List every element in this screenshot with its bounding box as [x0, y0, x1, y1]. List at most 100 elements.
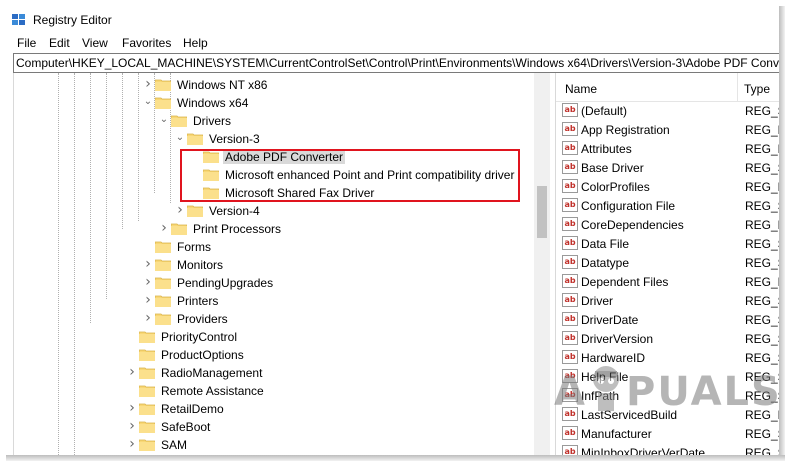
- tree-node[interactable]: › Providers: [14, 310, 534, 328]
- tree-node-label[interactable]: Remote Assistance: [161, 384, 264, 398]
- registry-key-tree[interactable]: › Windows NT x86 ⌄ Windows x64 ⌄ Drivers ⌄ Vers…: [13, 73, 551, 455]
- value-row[interactable]: abAttributes REG_DWORD: [556, 139, 779, 158]
- expand-chevron-right-icon[interactable]: ›: [127, 365, 137, 379]
- menu-file[interactable]: File: [17, 36, 36, 50]
- value-row[interactable]: ab(Default) REG_SZ: [556, 101, 779, 120]
- expand-chevron-right-icon[interactable]: ›: [159, 221, 169, 235]
- string-value-icon: ab: [562, 274, 578, 288]
- folder-icon: [170, 222, 188, 236]
- value-row[interactable]: abData File REG_SZ: [556, 234, 779, 253]
- column-header-type[interactable]: Type: [744, 82, 770, 96]
- value-type: REG_MULTI_SZ: [745, 218, 779, 232]
- tree-node[interactable]: › SafeBoot: [14, 418, 534, 436]
- menu-view[interactable]: View: [82, 36, 108, 50]
- value-name: Datatype: [581, 256, 630, 270]
- tree-node[interactable]: Forms: [14, 238, 534, 256]
- tree-node[interactable]: › PendingUpgrades: [14, 274, 534, 292]
- title-bar[interactable]: Registry Editor: [0, 0, 779, 32]
- tree-node-label[interactable]: PriorityControl: [161, 330, 237, 344]
- tree-node[interactable]: PriorityControl: [14, 328, 534, 346]
- string-value-icon: ab: [562, 426, 578, 440]
- string-value-icon: ab: [562, 198, 578, 212]
- menu-favorites[interactable]: Favorites: [122, 36, 171, 50]
- column-divider[interactable]: [737, 73, 738, 101]
- tree-node[interactable]: › Windows NT x86: [14, 76, 534, 94]
- value-row[interactable]: abDriver REG_SZ: [556, 291, 779, 310]
- value-name: Manufacturer: [581, 427, 652, 441]
- value-row[interactable]: abDriverVersion REG_SZ: [556, 329, 779, 348]
- watermark-mascot-icon: [593, 366, 619, 411]
- expand-chevron-right-icon[interactable]: ›: [143, 293, 153, 307]
- string-value-icon: ab: [562, 236, 578, 250]
- expand-chevron-down-icon[interactable]: ⌄: [175, 132, 185, 144]
- folder-icon: [138, 366, 156, 380]
- tree-node-label[interactable]: RetailDemo: [161, 402, 224, 416]
- tree-node-label[interactable]: ProductOptions: [161, 348, 244, 362]
- tree-node[interactable]: › Version-4: [14, 202, 534, 220]
- address-path[interactable]: Computer\HKEY_LOCAL_MACHINE\SYSTEM\Curre…: [16, 56, 779, 70]
- tree-node-label[interactable]: Forms: [177, 240, 211, 254]
- value-row[interactable]: abCoreDependencies REG_MULTI_SZ: [556, 215, 779, 234]
- value-row[interactable]: abMinInboxDriverVerDate REG_SZ: [556, 443, 779, 455]
- tree-node[interactable]: Remote Assistance: [14, 382, 534, 400]
- menu-help[interactable]: Help: [183, 36, 208, 50]
- tree-node-label[interactable]: Printers: [177, 294, 218, 308]
- expand-chevron-right-icon[interactable]: ›: [143, 311, 153, 325]
- tree-node-label[interactable]: Version-3: [209, 132, 260, 146]
- tree-node[interactable]: ProductOptions: [14, 346, 534, 364]
- string-value-icon: ab: [562, 160, 578, 174]
- value-name: MinInboxDriverVerDate: [581, 446, 706, 455]
- folder-icon: [186, 132, 204, 146]
- folder-icon: [154, 276, 172, 290]
- expand-chevron-down-icon[interactable]: ⌄: [143, 96, 153, 108]
- tree-scrollbar-thumb[interactable]: [537, 186, 547, 238]
- value-row[interactable]: abApp Registration REG_MULTI_SZ: [556, 120, 779, 139]
- folder-icon: [138, 420, 156, 434]
- tree-node[interactable]: › Monitors: [14, 256, 534, 274]
- tree-node-label[interactable]: SafeBoot: [161, 420, 210, 434]
- expand-chevron-right-icon[interactable]: ›: [127, 401, 137, 415]
- address-bar[interactable]: Computer\HKEY_LOCAL_MACHINE\SYSTEM\Curre…: [13, 53, 779, 73]
- tree-node-label[interactable]: Windows NT x86: [177, 78, 267, 92]
- tree-node-label[interactable]: PendingUpgrades: [177, 276, 273, 290]
- value-row[interactable]: abDependent Files REG_MULTI_SZ: [556, 272, 779, 291]
- tree-node-label[interactable]: SAM: [161, 438, 187, 452]
- value-row[interactable]: abBase Driver REG_SZ: [556, 158, 779, 177]
- string-value-icon: ab: [562, 312, 578, 326]
- tree-node[interactable]: ⌄ Windows x64: [14, 94, 534, 112]
- tree-node[interactable]: › Printers: [14, 292, 534, 310]
- tree-node[interactable]: ⌄ Drivers: [14, 112, 534, 130]
- menu-edit[interactable]: Edit: [49, 36, 70, 50]
- tree-node-label[interactable]: Providers: [177, 312, 228, 326]
- value-row[interactable]: abManufacturer REG_SZ: [556, 424, 779, 443]
- expand-chevron-right-icon[interactable]: ›: [143, 257, 153, 271]
- folder-icon: [154, 78, 172, 92]
- tree-node[interactable]: › RetailDemo: [14, 400, 534, 418]
- tree-node-label[interactable]: Windows x64: [177, 96, 248, 110]
- tree-node[interactable]: › Print Processors: [14, 220, 534, 238]
- tree-node-label[interactable]: Drivers: [193, 114, 231, 128]
- value-name: CoreDependencies: [581, 218, 684, 232]
- expand-chevron-right-icon[interactable]: ›: [143, 77, 153, 91]
- folder-icon: [138, 348, 156, 362]
- value-row[interactable]: abDatatype REG_SZ: [556, 253, 779, 272]
- tree-node-label[interactable]: RadioManagement: [161, 366, 262, 380]
- registry-editor-window: Registry Editor File Edit View Favorites…: [0, 0, 779, 455]
- expand-chevron-right-icon[interactable]: ›: [127, 437, 137, 451]
- expand-chevron-right-icon[interactable]: ›: [127, 419, 137, 433]
- expand-chevron-down-icon[interactable]: ⌄: [159, 114, 169, 126]
- tree-node[interactable]: ⌄ Version-3: [14, 130, 534, 148]
- value-row[interactable]: abConfiguration File REG_SZ: [556, 196, 779, 215]
- tree-node-label[interactable]: Version-4: [209, 204, 260, 218]
- expand-chevron-right-icon[interactable]: ›: [175, 203, 185, 217]
- tree-node[interactable]: › RadioManagement: [14, 364, 534, 382]
- column-header-name[interactable]: Name: [565, 82, 597, 96]
- expand-chevron-right-icon[interactable]: ›: [143, 275, 153, 289]
- value-row[interactable]: abDriverDate REG_SZ: [556, 310, 779, 329]
- registry-editor-app-icon: [11, 13, 27, 27]
- tree-node-label[interactable]: Print Processors: [193, 222, 281, 236]
- tree-node[interactable]: › SAM: [14, 436, 534, 454]
- value-row[interactable]: abColorProfiles REG_MULTI_SZ: [556, 177, 779, 196]
- watermark-letter-a: A: [554, 369, 587, 415]
- tree-node-label[interactable]: Monitors: [177, 258, 223, 272]
